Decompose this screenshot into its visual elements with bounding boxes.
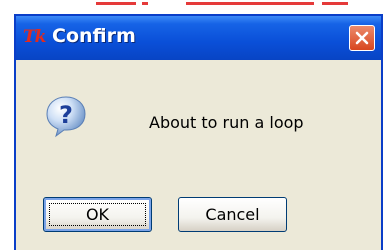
question-icon: ?	[44, 94, 88, 138]
dialog-title: Confirm	[52, 25, 136, 47]
tk-app-icon: Tk	[23, 27, 46, 47]
background-window-strip	[0, 0, 383, 14]
dialog-message: About to run a loop	[149, 113, 304, 132]
close-icon	[355, 31, 369, 45]
close-button[interactable]	[349, 25, 375, 51]
svg-text:?: ?	[59, 101, 73, 129]
cancel-button-label: Cancel	[205, 205, 260, 224]
title-bar[interactable]: Tk Confirm	[16, 16, 381, 60]
confirm-dialog: Tk Confirm ? About to run a loop OK Canc…	[14, 14, 383, 250]
cancel-button[interactable]: Cancel	[178, 197, 287, 232]
ok-button[interactable]: OK	[43, 197, 152, 232]
focus-outline	[49, 203, 146, 226]
